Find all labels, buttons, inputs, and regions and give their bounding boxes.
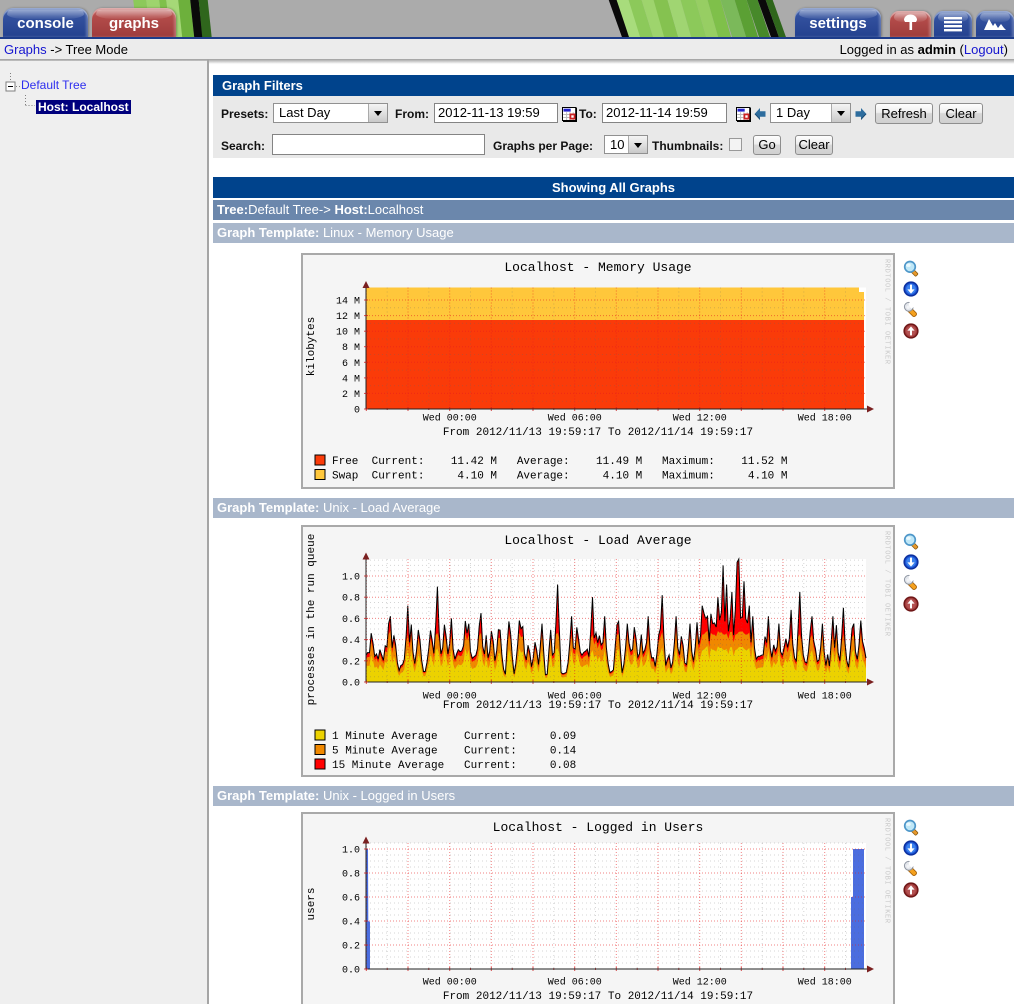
svg-text:2 M: 2 M <box>342 390 360 401</box>
svg-text:Wed 12:00: Wed 12:00 <box>673 413 727 425</box>
svg-text:Wed 06:00: Wed 06:00 <box>548 413 602 425</box>
svg-text:Wed 18:00: Wed 18:00 <box>798 977 852 989</box>
svg-text:RRDTOOL / TOBI OETIKER: RRDTOOL / TOBI OETIKER <box>883 818 891 924</box>
svg-text:0.2: 0.2 <box>342 657 360 668</box>
svg-text:Free Current: 11.42 M Av: Free Current: 11.42 M Average: 11.49 M M… <box>332 456 787 468</box>
svg-text:1.0: 1.0 <box>342 573 360 584</box>
svg-text:From 2012/11/13 19:59:17 To 20: From 2012/11/13 19:59:17 To 2012/11/14 1… <box>443 700 753 712</box>
svg-text:Wed 00:00: Wed 00:00 <box>423 977 477 989</box>
svg-text:0.2: 0.2 <box>342 942 360 953</box>
svg-text:0.8: 0.8 <box>342 870 360 881</box>
svg-text:0: 0 <box>354 406 360 417</box>
svg-text:0.0: 0.0 <box>342 966 360 977</box>
svg-text:14 M: 14 M <box>336 297 360 308</box>
svg-text:0.6: 0.6 <box>342 615 360 626</box>
svg-text:0.4: 0.4 <box>342 918 360 929</box>
svg-text:Localhost - Logged in Users: Localhost - Logged in Users <box>493 820 704 835</box>
svg-text:users: users <box>306 887 318 920</box>
svg-text:Swap Current: 4.10 M Av: Swap Current: 4.10 M Average: 4.10 M Max… <box>332 471 787 483</box>
svg-text:4 M: 4 M <box>342 374 360 385</box>
svg-text:Wed 18:00: Wed 18:00 <box>798 691 852 703</box>
svg-text:15 Minute Average Current:: 15 Minute Average Current: 0.08 <box>332 760 576 772</box>
svg-text:5 Minute Average Current:: 5 Minute Average Current: 0.14 <box>332 746 577 758</box>
svg-text:8 M: 8 M <box>342 343 360 354</box>
svg-text:Wed 12:00: Wed 12:00 <box>673 977 727 989</box>
svg-text:Wed 00:00: Wed 00:00 <box>423 413 477 425</box>
svg-text:Localhost - Memory Usage: Localhost - Memory Usage <box>504 260 691 275</box>
svg-text:1.0: 1.0 <box>342 846 360 857</box>
svg-text:0.4: 0.4 <box>342 636 360 647</box>
svg-text:Wed 18:00: Wed 18:00 <box>798 413 852 425</box>
svg-text:From 2012/11/13 19:59:17 To 20: From 2012/11/13 19:59:17 To 2012/11/14 1… <box>443 991 753 1003</box>
svg-text:RRDTOOL / TOBI OETIKER: RRDTOOL / TOBI OETIKER <box>883 259 891 365</box>
svg-text:6 M: 6 M <box>342 359 360 370</box>
svg-text:RRDTOOL / TOBI OETIKER: RRDTOOL / TOBI OETIKER <box>883 531 891 637</box>
svg-text:processes in the run queue: processes in the run queue <box>306 534 318 706</box>
svg-text:0.8: 0.8 <box>342 594 360 605</box>
svg-text:Localhost - Load Average: Localhost - Load Average <box>504 533 691 548</box>
svg-text:0.6: 0.6 <box>342 894 360 905</box>
svg-text:Wed 06:00: Wed 06:00 <box>548 977 602 989</box>
svg-text:From 2012/11/13 19:59:17 To 20: From 2012/11/13 19:59:17 To 2012/11/14 1… <box>443 427 753 439</box>
svg-text:10 M: 10 M <box>336 328 360 339</box>
svg-text:12 M: 12 M <box>336 312 360 323</box>
svg-text:1 Minute Average Current:: 1 Minute Average Current: 0.09 <box>332 731 576 743</box>
svg-text:0.0: 0.0 <box>342 679 360 690</box>
svg-text:kilobytes: kilobytes <box>306 317 318 376</box>
